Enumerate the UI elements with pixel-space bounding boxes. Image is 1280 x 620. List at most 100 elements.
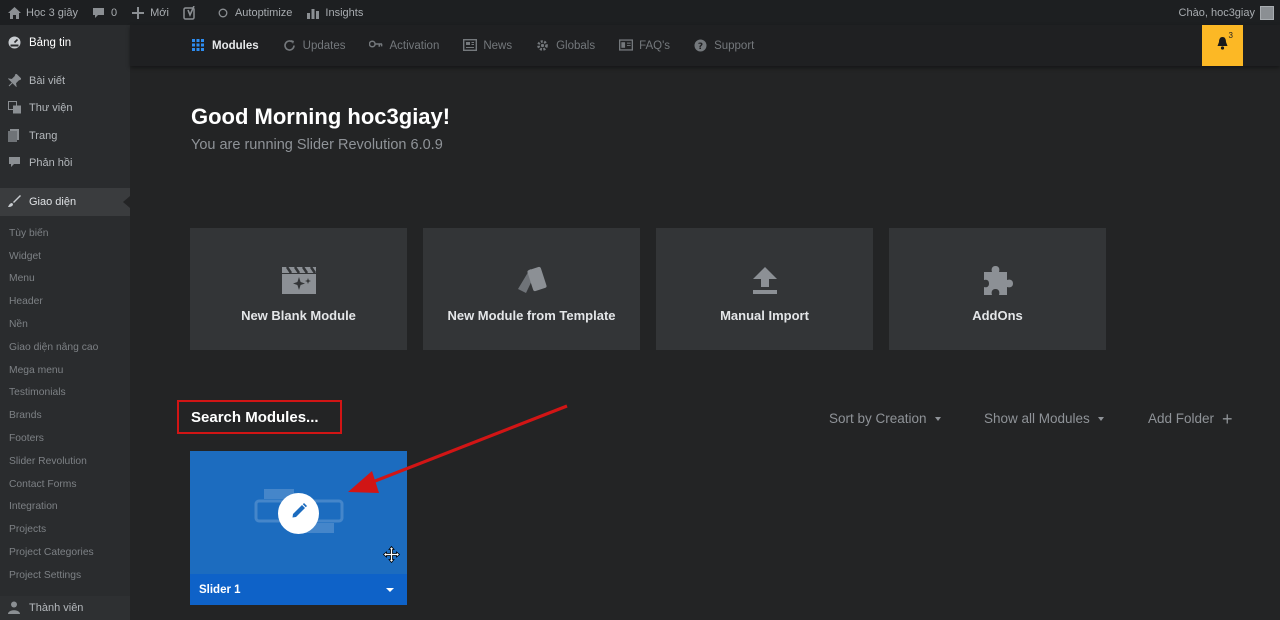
tab-updates[interactable]: Updates [283, 25, 346, 66]
submenu-item[interactable]: Contact Forms [0, 473, 130, 496]
sidebar-item-pages[interactable]: Trang [0, 122, 130, 150]
submenu-item[interactable]: Brands [0, 404, 130, 427]
submenu-item[interactable]: Slider Revolution [0, 450, 130, 473]
submenu-item[interactable]: Menu [0, 268, 130, 291]
search-modules-input[interactable]: Search Modules... [177, 400, 342, 434]
sidebar-item-dashboard[interactable]: Bảng tin [0, 25, 130, 61]
submenu-item[interactable]: Projects [0, 518, 130, 541]
comment-icon [8, 156, 22, 170]
new-blank-module-button[interactable]: New Blank Module [190, 228, 407, 350]
grid-icon [192, 38, 206, 53]
notification-count: 3 [1228, 31, 1233, 40]
svg-text:?: ? [698, 42, 703, 52]
refresh-icon [283, 39, 297, 53]
manual-import-button[interactable]: Manual Import [656, 228, 873, 350]
add-folder-button[interactable]: Add Folder + [1148, 410, 1233, 428]
tab-news[interactable]: News [463, 25, 512, 66]
gear-icon [536, 39, 550, 53]
sidebar-item-posts[interactable]: Bài viết [0, 67, 130, 95]
sidebar-item-media[interactable]: Thư viện [0, 95, 130, 123]
comments-link[interactable]: 0 [85, 0, 124, 25]
tab-modules[interactable]: Modules [192, 25, 259, 66]
module-thumbnail[interactable] [190, 451, 407, 574]
tab-label: News [483, 39, 513, 52]
sidebar-item-feedback[interactable]: Phản hồi [0, 150, 130, 178]
chevron-down-icon[interactable] [386, 588, 394, 592]
pencil-icon [290, 502, 308, 525]
submenu-item[interactable]: Integration [0, 496, 130, 519]
page-icon [8, 128, 22, 143]
tab-globals[interactable]: Globals [536, 25, 595, 66]
sidebar-item-label: Thư viện [29, 102, 73, 115]
filter-label: Show all Modules [984, 411, 1090, 426]
comments-count: 0 [110, 6, 118, 19]
upload-icon [745, 260, 785, 300]
brush-icon [8, 195, 22, 209]
site-home-link[interactable]: Học 3 giây [0, 0, 85, 25]
addons-button[interactable]: AddOns [889, 228, 1106, 350]
sidebar-item-label: Trang [29, 129, 58, 142]
dashboard-icon [8, 36, 22, 50]
sidebar-item-label: Bảng tin [29, 37, 72, 49]
new-module-from-template-button[interactable]: New Module from Template [423, 228, 640, 350]
newspaper-icon [463, 38, 478, 53]
avatar [1260, 5, 1274, 20]
module-footer[interactable]: Slider 1 [190, 574, 407, 605]
module-tile[interactable]: Slider 1 [190, 451, 407, 605]
comment-icon [92, 6, 106, 20]
tab-label: Support [714, 39, 755, 52]
tab-label: Updates [302, 39, 346, 52]
notifications-button[interactable]: 3 [1202, 25, 1243, 66]
media-icon [8, 101, 22, 115]
template-cards-icon [512, 260, 552, 300]
submenu-item[interactable]: Project Settings [0, 564, 130, 587]
card-label: New Blank Module [241, 307, 356, 323]
sort-label: Sort by Creation [829, 411, 927, 426]
plus-icon [131, 6, 145, 20]
tab-label: Modules [212, 39, 259, 52]
tab-label: FAQ's [639, 39, 671, 52]
user-greeting: Chào, hoc3giay [1178, 6, 1255, 19]
bell-icon [1216, 36, 1229, 55]
move-cursor-icon [383, 546, 400, 563]
app-root: Học 3 giây 0 Mới Autoptimize Insights Ch… [0, 0, 1280, 620]
submenu-item[interactable]: Nền [0, 313, 130, 336]
autoptimize-link[interactable]: Autoptimize [209, 0, 299, 25]
edit-module-button[interactable] [278, 493, 319, 534]
submenu-item[interactable]: Giao diện nâng cao [0, 336, 130, 359]
new-label: Mới [150, 6, 169, 19]
version-text: You are running Slider Revolution 6.0.9 [191, 137, 443, 153]
submenu-item[interactable]: Testimonials [0, 382, 130, 405]
sidebar-item-users[interactable]: Thành viên [0, 596, 130, 620]
module-filter-dropdown[interactable]: Show all Modules [984, 411, 1104, 426]
sidebar-item-label: Phản hồi [29, 157, 73, 170]
user-icon [8, 601, 22, 615]
new-content-link[interactable]: Mới [124, 0, 176, 25]
module-title: Slider 1 [199, 583, 241, 596]
yoast-link[interactable] [176, 0, 209, 25]
puzzle-icon [978, 260, 1018, 300]
submenu-item[interactable]: Footers [0, 427, 130, 450]
account-menu[interactable]: Chào, hoc3giay [1178, 5, 1280, 20]
sidebar-item-appearance[interactable]: Giao diện [0, 188, 130, 216]
submenu-item[interactable]: Mega menu [0, 359, 130, 382]
submenu-item[interactable]: Tùy biến [0, 222, 130, 245]
sidebar-item-label: Thành viên [29, 602, 84, 614]
sort-dropdown[interactable]: Sort by Creation [829, 411, 941, 426]
submenu-item[interactable]: Project Categories [0, 541, 130, 564]
add-folder-label: Add Folder [1148, 411, 1215, 426]
card-label: Manual Import [720, 307, 809, 323]
circle-icon [216, 6, 230, 20]
insights-link[interactable]: Insights [299, 0, 370, 25]
autoptimize-label: Autoptimize [234, 6, 293, 19]
tab-activation[interactable]: Activation [369, 25, 439, 66]
tab-label: Globals [556, 39, 596, 52]
tab-support[interactable]: ? Support [694, 25, 754, 66]
tab-label: Activation [389, 39, 440, 52]
tab-faqs[interactable]: FAQ's [619, 25, 670, 66]
slider-revolution-nav: Modules Updates Activation News Globals [130, 25, 1280, 66]
sidebar-item-label: Giao diện [29, 196, 77, 208]
submenu-item[interactable]: Header [0, 290, 130, 313]
submenu-item[interactable]: Widget [0, 245, 130, 268]
page-title: Good Morning hoc3giay! [191, 104, 451, 129]
